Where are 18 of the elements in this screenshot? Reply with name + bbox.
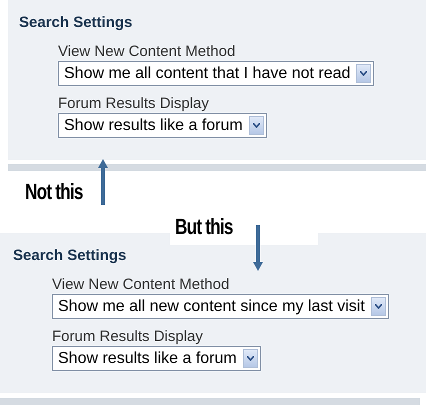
caret-icon — [370, 297, 386, 316]
annotation-text: But this — [175, 214, 234, 240]
field-label: Forum Results Display — [52, 328, 204, 346]
dropdown[interactable]: Show results like a forum — [58, 113, 267, 138]
field-label: View New Content Method — [58, 43, 236, 61]
section-title: Search Settings — [19, 13, 134, 33]
section-title: Search Settings — [13, 246, 128, 266]
arrow — [253, 225, 263, 271]
dropdown[interactable]: Show me all new content since my last visit — [52, 294, 389, 319]
caret-icon — [248, 116, 264, 135]
field-label: View New Content Method — [52, 276, 230, 294]
arrow — [98, 159, 108, 205]
caret-icon — [242, 349, 258, 368]
annotation-text: Not this — [25, 179, 83, 205]
dropdown[interactable]: Show results like a forum — [52, 346, 261, 371]
dropdown[interactable]: Show me all content that I have not read — [58, 61, 374, 86]
field-label: Forum Results Display — [58, 95, 210, 113]
caret-icon — [356, 64, 372, 83]
